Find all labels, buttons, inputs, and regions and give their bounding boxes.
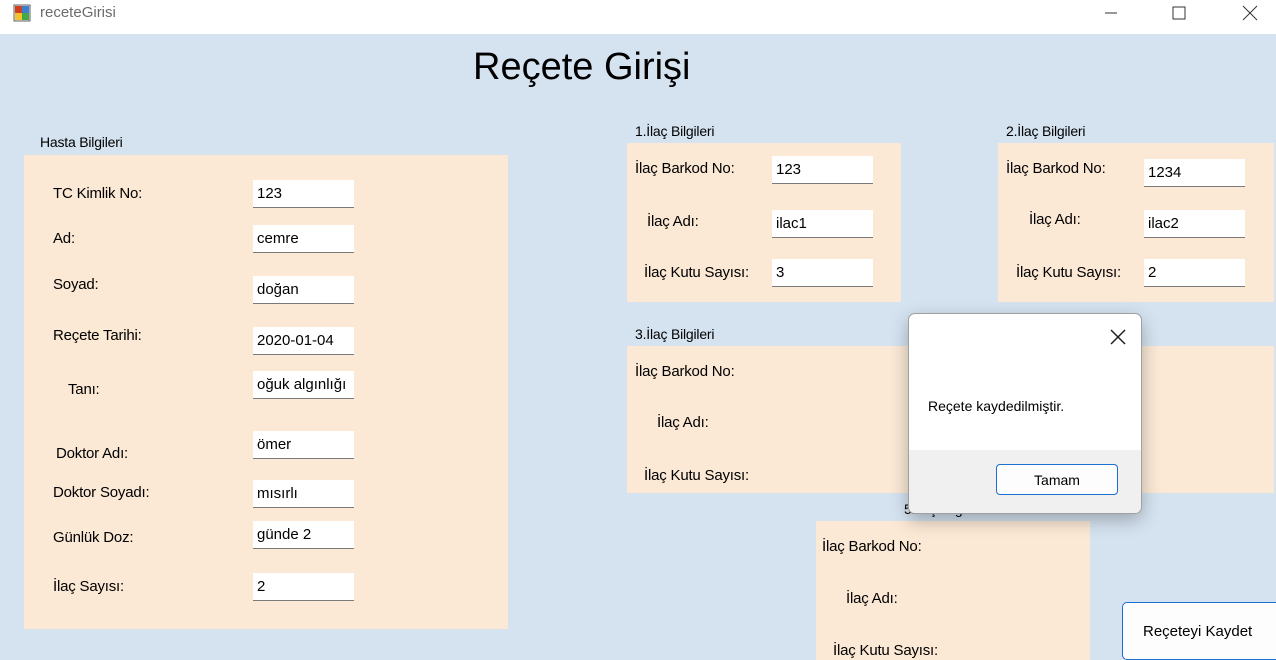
drug4-panel [1130,346,1274,493]
drug1-barcode-input[interactable] [772,156,873,184]
drug3-barcode-label: İlaç Barkod No: [635,363,735,380]
close-icon [1242,5,1258,21]
drug2-group-label: 2.İlaç Bilgileri [1006,123,1086,139]
drug5-panel: İlaç Barkod No: İlaç Adı: İlaç Kutu Sayı… [816,521,1090,660]
doktor-soyadi-label: Doktor Soyadı: [53,484,150,501]
dialog-close-button[interactable] [1107,326,1129,348]
drug1-barcode-label: İlaç Barkod No: [635,160,735,177]
minimize-icon [1105,12,1117,14]
window-title: receteGirisi [40,4,116,21]
dialog-message: Reçete kaydedilmiştir. [928,398,1065,414]
drug3-box-label: İlaç Kutu Sayısı: [644,467,749,484]
maximize-icon [1172,6,1186,20]
form-title: Reçete Girişi [473,46,691,88]
recete-tarihi-label: Reçete Tarihi: [53,327,142,344]
drug2-name-label: İlaç Adı: [1029,211,1081,228]
drug2-barcode-input[interactable] [1144,159,1245,187]
drug1-group-label: 1.İlaç Bilgileri [635,123,715,139]
close-window-button[interactable] [1227,0,1273,26]
doktor-adi-label: Doktor Adı: [56,445,129,462]
tc-input[interactable] [253,180,354,208]
drug2-box-label: İlaç Kutu Sayısı: [1016,264,1121,281]
gunluk-doz-input[interactable] [253,521,354,549]
drug3-group-label: 3.İlaç Bilgileri [635,326,715,342]
save-prescription-button[interactable]: Reçeteyi Kaydet [1122,602,1276,660]
patient-group-label: Hasta Bilgileri [40,134,123,150]
doktor-adi-input[interactable] [253,431,354,459]
gunluk-doz-label: Günlük Doz: [53,529,134,546]
drug1-name-label: İlaç Adı: [647,213,699,230]
ilac-sayisi-input[interactable] [253,573,354,601]
dialog-ok-button[interactable]: Tamam [996,464,1118,495]
dialog-footer: Tamam [909,450,1141,513]
drug2-box-input[interactable] [1144,259,1245,287]
drug1-box-input[interactable] [772,259,873,287]
ilac-sayisi-label: İlaç Sayısı: [53,578,124,595]
drug5-barcode-label: İlaç Barkod No: [822,538,922,555]
drug2-panel: İlaç Barkod No: İlaç Adı: İlaç Kutu Sayı… [998,143,1274,302]
drug2-name-input[interactable] [1144,210,1245,238]
patient-panel: TC Kimlik No: Ad: Soyad: Reçete Tarihi: … [24,155,508,629]
app-icon [13,4,31,22]
window-titlebar: receteGirisi [0,0,1276,34]
maximize-button[interactable] [1156,0,1202,26]
doktor-soyadi-input[interactable] [253,480,354,508]
ad-input[interactable] [253,225,354,253]
drug3-panel: İlaç Barkod No: İlaç Adı: İlaç Kutu Sayı… [627,346,911,493]
tani-label: Tanı: [68,381,100,398]
minimize-button[interactable] [1088,0,1134,26]
tc-label: TC Kimlik No: [53,185,143,202]
message-dialog: Reçete kaydedilmiştir. Tamam [908,313,1142,514]
drug1-panel: İlaç Barkod No: İlaç Adı: İlaç Kutu Sayı… [627,143,901,302]
drug1-box-label: İlaç Kutu Sayısı: [644,264,749,281]
tani-input[interactable] [253,371,354,399]
soyad-label: Soyad: [53,276,99,293]
drug2-barcode-label: İlaç Barkod No: [1006,160,1106,177]
drug5-box-label: İlaç Kutu Sayısı: [833,642,938,659]
drug5-name-label: İlaç Adı: [846,590,898,607]
close-icon [1110,329,1126,345]
recete-tarihi-input[interactable] [253,327,354,355]
drug3-name-label: İlaç Adı: [657,414,709,431]
drug1-name-input[interactable] [772,210,873,238]
soyad-input[interactable] [253,276,354,304]
ad-label: Ad: [53,230,75,247]
